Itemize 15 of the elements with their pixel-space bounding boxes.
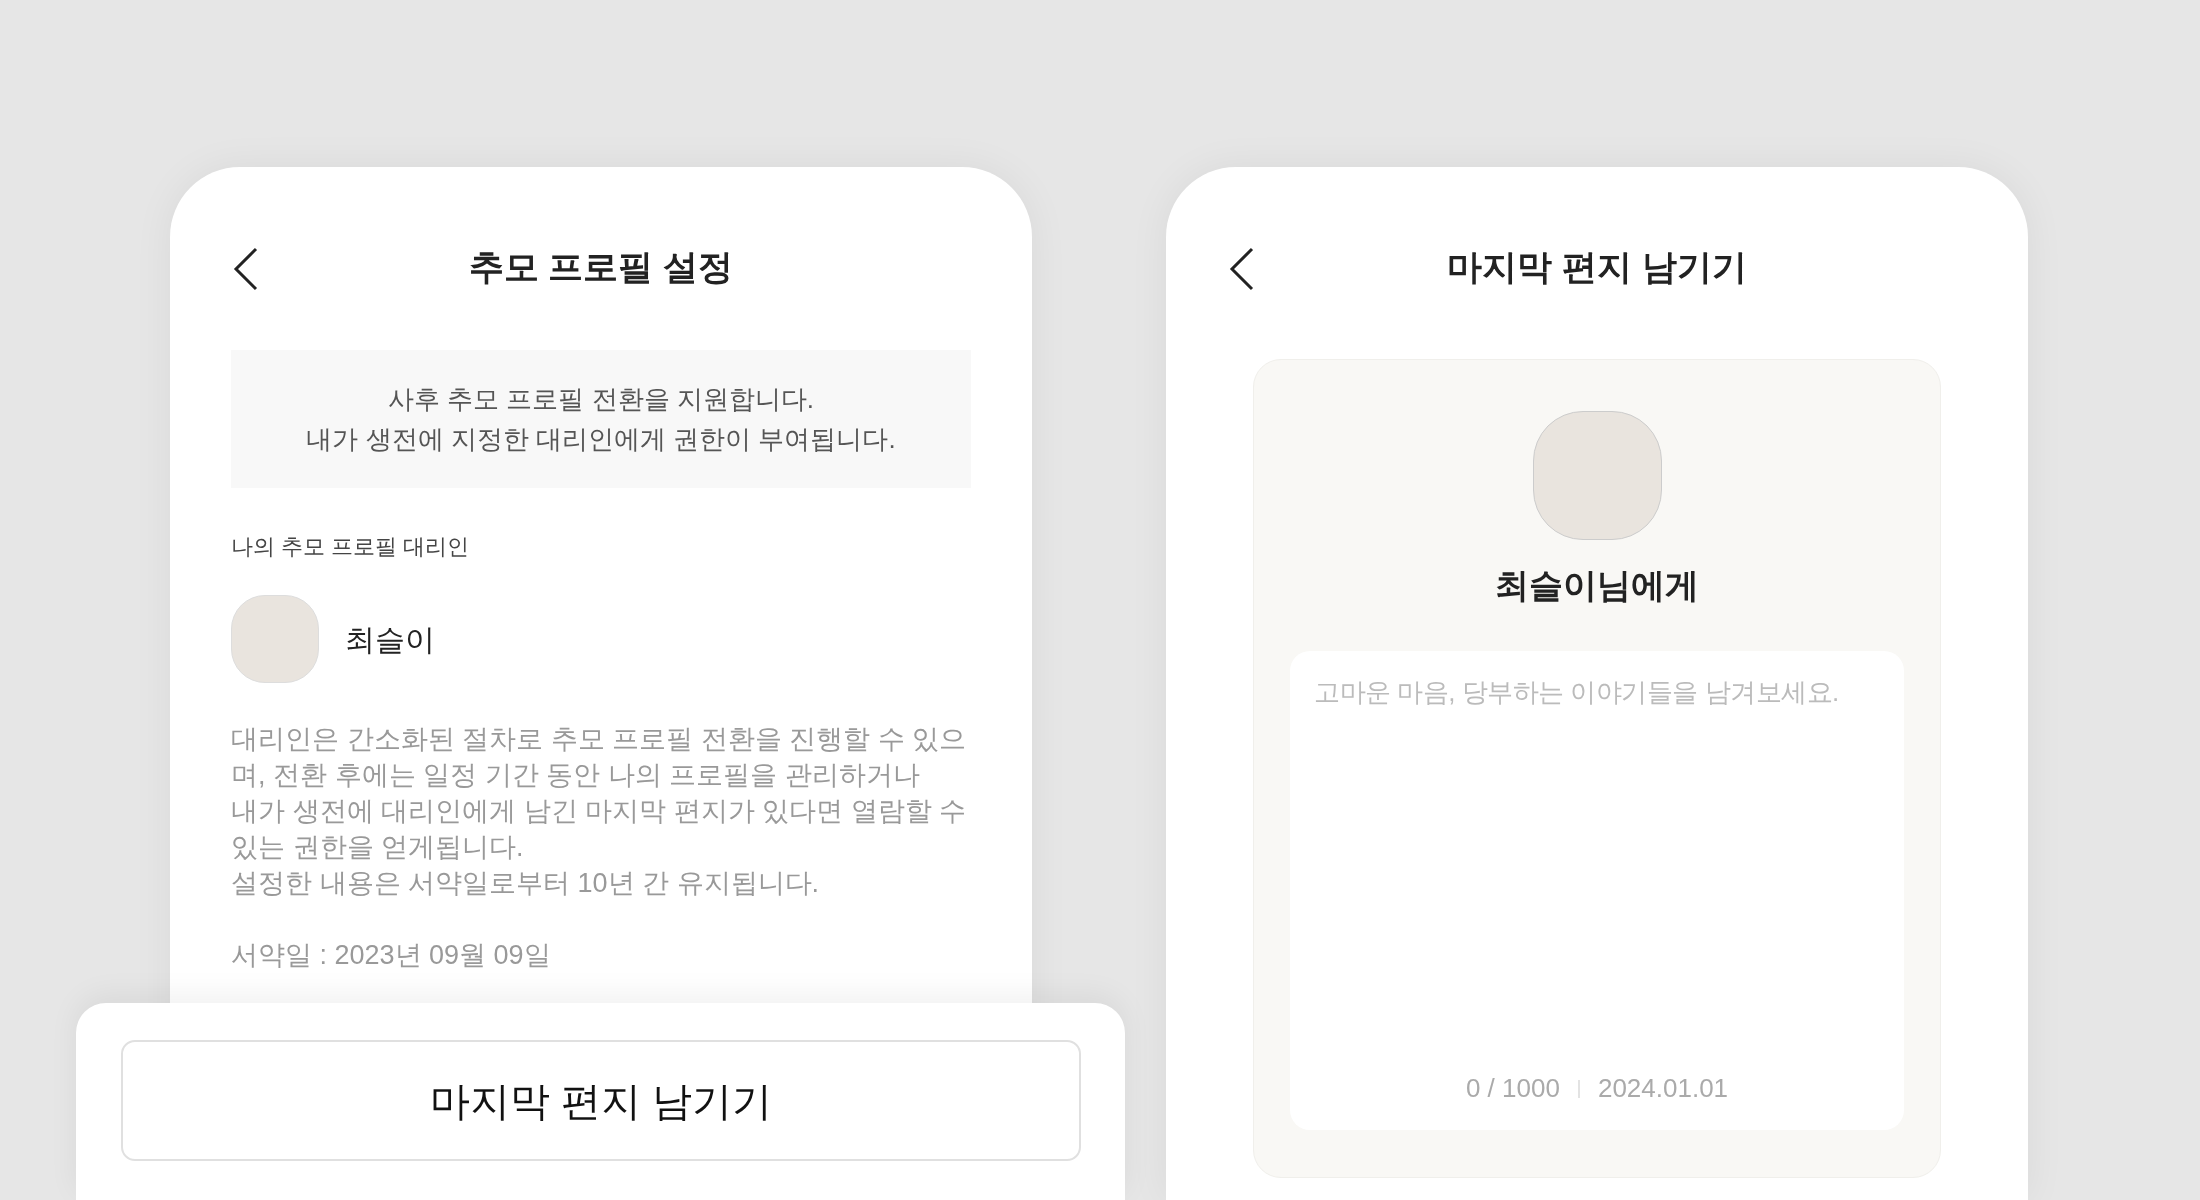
description-text: 대리인은 간소화된 절차로 추모 프로필 전환을 진행할 수 있으며, 전환 후에는 일정 기간 동안 나의 프로필을 관리하거나 내가 생전에 대리인에게 남긴 마지막 편지가 있다면 열람할 수 있는 권한을 얻게됩니다. 설정한 내용은 서약일로부터 10년 간 유지됩니다. xyxy=(231,723,967,900)
back-icon[interactable] xyxy=(1228,247,1256,291)
notice-text: 내가 생전에 지정한 대리인에게 권한이 부여됩니다. xyxy=(306,423,896,456)
leave-letter-button[interactable]: 마지막 편지 남기기 xyxy=(121,1040,1081,1161)
proxy-name: 최슬이 xyxy=(345,621,435,658)
screen-title: 추모 프로필 설정 xyxy=(468,245,734,288)
back-icon[interactable] xyxy=(232,247,260,291)
pledge-date: 서약일 : 2023년 09월 09일 xyxy=(231,939,552,972)
notice-text: 사후 추모 프로필 전환을 지원합니다. xyxy=(387,383,815,416)
letter-input[interactable]: 고마운 마음, 당부하는 이야기들을 남겨보세요. xyxy=(1314,673,1880,1069)
letter-date: 2024.01.01 xyxy=(1597,1072,1729,1105)
section-label: 나의 추모 프로필 대리인 xyxy=(231,533,471,561)
character-counter: 0 / 1000 xyxy=(1465,1072,1560,1105)
screen-title: 마지막 편지 남기기 xyxy=(1447,245,1747,288)
recipient-name: 최슬이님에게 xyxy=(1495,565,1699,606)
